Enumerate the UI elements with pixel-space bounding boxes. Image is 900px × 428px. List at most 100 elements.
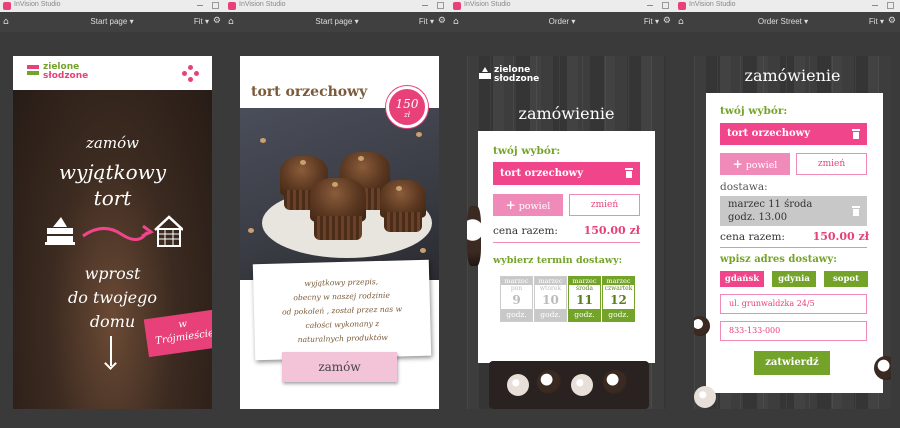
hero-line-5: do twojego: [67, 288, 158, 307]
invision-logo-icon: [678, 2, 686, 10]
minimize-icon[interactable]: [647, 5, 653, 6]
chevron-down-icon: ▾: [129, 17, 134, 26]
minimize-icon[interactable]: [872, 5, 878, 6]
product-title: tort orzechowy: [251, 84, 368, 100]
page-selector[interactable]: Order Street ▾: [723, 17, 843, 26]
artboard-product-page: tort orzechowy 150 zł wyjątkowy przepis,…: [240, 56, 439, 409]
zoom-selector[interactable]: Fit ▾: [194, 17, 209, 26]
phone-input[interactable]: 833-133-000: [720, 321, 867, 341]
repeat-button[interactable]: + powiel: [720, 153, 790, 175]
menu-dots-icon[interactable]: [182, 65, 200, 83]
app-header: zielone słodzone: [13, 56, 212, 90]
maximize-icon[interactable]: [887, 2, 894, 9]
trash-icon[interactable]: [852, 129, 860, 139]
badge-line-1: w: [177, 318, 188, 331]
selected-item-name: tort orzechowy: [500, 168, 584, 179]
scroll-down-arrow-icon[interactable]: [110, 336, 112, 366]
app-title: InVision Studio: [689, 1, 736, 8]
artboard-start-page: zielone słodzone zamów wyjątkowy tort wp…: [13, 56, 212, 409]
change-button[interactable]: zmień: [569, 194, 640, 216]
gear-icon[interactable]: ⚙: [663, 16, 671, 26]
arrow-curve: [82, 227, 149, 241]
canvas-toolbar: ⌂ Start page ▾ Fit ▾ ⚙: [225, 12, 450, 32]
page-selector[interactable]: Order ▾: [502, 17, 622, 26]
order-card: twój wybór: tort orzechowy + powiel zmie…: [706, 93, 883, 393]
city-option-gdansk[interactable]: gdańsk: [720, 271, 764, 287]
brand-line-2: słodzone: [43, 71, 89, 81]
day-option[interactable]: marzec czwartek 12 godz.: [602, 276, 635, 322]
page-heading: zamówienie: [518, 104, 615, 123]
home-icon[interactable]: ⌂: [228, 17, 234, 27]
zoom-selector[interactable]: Fit ▾: [644, 17, 659, 26]
city-option-gdynia[interactable]: gdynia: [772, 271, 816, 287]
divider: [720, 247, 867, 248]
choice-label: twój wybór:: [720, 105, 788, 117]
confirm-button[interactable]: zatwierdź: [754, 351, 830, 375]
total-label: cena razem:: [493, 225, 558, 237]
minimize-icon[interactable]: [422, 5, 428, 6]
plus-icon: +: [505, 198, 516, 212]
page-selector[interactable]: Start page ▾: [277, 17, 397, 26]
gear-icon[interactable]: ⚙: [213, 16, 221, 26]
maximize-icon[interactable]: [437, 2, 444, 9]
title-bar: InVision Studio: [225, 0, 450, 12]
cake-logo-icon: [479, 67, 491, 79]
day-hour-label: godz.: [603, 309, 634, 321]
page-name: Order: [548, 17, 570, 26]
gear-icon[interactable]: ⚙: [438, 16, 446, 26]
hero-line-3: tort: [93, 186, 132, 210]
page-name: Start page: [90, 17, 128, 26]
delivery-summary: marzec 11 środa godz. 13.00: [720, 196, 867, 226]
app-title: InVision Studio: [464, 1, 511, 8]
day-option[interactable]: marzec wtorek 10 godz.: [534, 276, 567, 322]
plus-icon: +: [732, 157, 743, 171]
city-label: sopot: [833, 274, 859, 284]
chevron-down-icon: ▾: [879, 17, 884, 26]
day-option[interactable]: marzec środa 11 godz.: [568, 276, 601, 322]
gear-icon[interactable]: ⚙: [888, 16, 896, 26]
zoom-selector[interactable]: Fit ▾: [419, 17, 434, 26]
invision-logo-icon: [3, 2, 11, 10]
total-label: cena razem:: [720, 231, 785, 243]
price-currency: zł: [404, 111, 410, 119]
invision-logo-icon: [228, 2, 236, 10]
street-input[interactable]: ul. grunwaldzka 24/5: [720, 294, 867, 314]
day-hour-label: godz.: [501, 309, 532, 321]
repeat-button[interactable]: + powiel: [493, 194, 563, 216]
brand-logo: zielone słodzone: [27, 63, 107, 85]
day-hour-label: godz.: [535, 309, 566, 321]
trash-icon[interactable]: [625, 168, 633, 178]
trash-icon[interactable]: [852, 206, 860, 216]
change-button[interactable]: zmień: [796, 153, 867, 175]
day-weekday: środa: [576, 285, 593, 292]
page-selector[interactable]: Start page ▾: [52, 17, 172, 26]
order-button[interactable]: zamów: [282, 352, 397, 382]
product-description: wyjątkowy przepis, obecny w naszej rodzi…: [252, 259, 432, 361]
repeat-label: powiel: [518, 201, 551, 212]
day-number: 12: [610, 293, 627, 307]
day-option[interactable]: marzec pon 9 godz.: [500, 276, 533, 322]
selected-item[interactable]: tort orzechowy: [720, 123, 867, 145]
chevron-down-icon: ▾: [354, 17, 359, 26]
hero-line-4: wprost: [84, 264, 141, 283]
description-line: naturalnych produktów: [297, 332, 388, 345]
maximize-icon[interactable]: [662, 2, 669, 9]
home-icon[interactable]: ⌂: [678, 17, 684, 27]
home-icon[interactable]: ⌂: [453, 17, 459, 27]
minimize-icon[interactable]: [197, 5, 203, 6]
day-picker: marzec pon 9 godz. marzec wtorek 10 godz…: [500, 276, 636, 322]
delivery-date: marzec 11 środa: [728, 199, 813, 210]
price-badge: 150 zł: [386, 86, 428, 128]
maximize-icon[interactable]: [212, 2, 219, 9]
delivery-label: dostawa:: [720, 181, 768, 193]
brand-logo: zielone słodzone: [479, 66, 559, 88]
phone-value: 833-133-000: [729, 326, 781, 335]
day-weekday: pon: [510, 285, 523, 292]
city-option-sopot[interactable]: sopot: [824, 271, 868, 287]
app-title: InVision Studio: [14, 1, 61, 8]
street-value: ul. grunwaldzka 24/5: [729, 299, 815, 308]
zoom-selector[interactable]: Fit ▾: [869, 17, 884, 26]
selected-item[interactable]: tort orzechowy: [493, 162, 640, 185]
day-number: 10: [542, 293, 559, 307]
home-icon[interactable]: ⌂: [3, 17, 9, 27]
